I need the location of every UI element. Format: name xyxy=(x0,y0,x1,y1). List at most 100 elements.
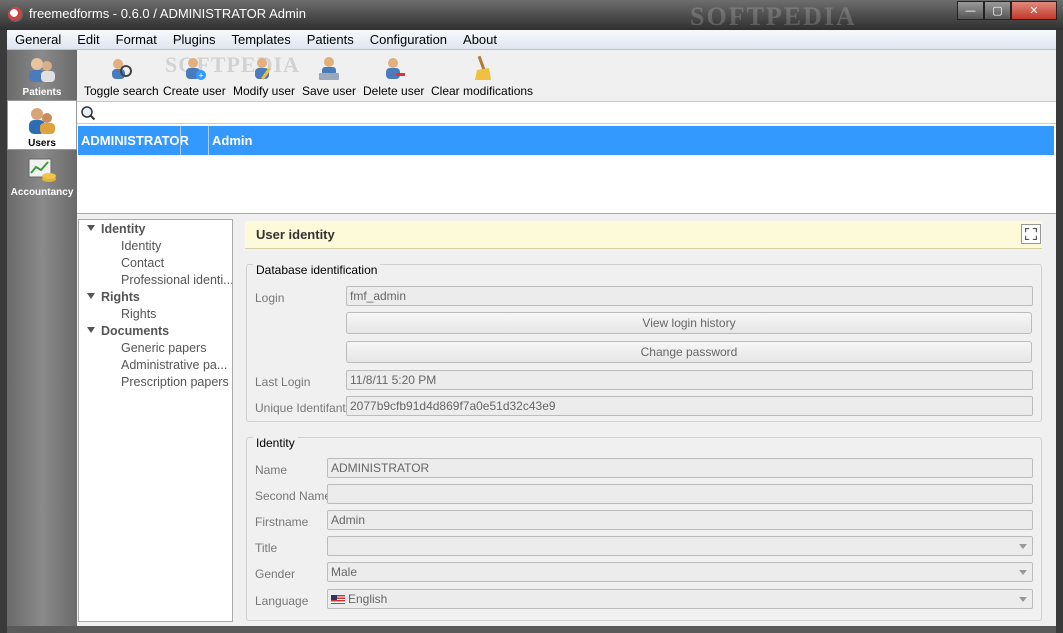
second-name-label: Second Name xyxy=(255,489,332,503)
create-user-button[interactable]: + Create user xyxy=(163,54,226,98)
tree-item-documents-group[interactable]: Documents xyxy=(87,324,169,338)
tree-item-identity[interactable]: Identity xyxy=(121,239,161,253)
group-title: Database identification xyxy=(253,263,381,277)
toolbar-label: Delete user xyxy=(363,84,425,98)
name-label: Name xyxy=(255,463,288,477)
mode-accountancy[interactable]: Accountancy xyxy=(7,150,77,200)
gender-label: Gender xyxy=(255,567,296,581)
tree-item-administrative-papers[interactable]: Administrative pa... xyxy=(121,358,227,372)
login-field[interactable]: fmf_admin xyxy=(346,286,1033,306)
toolbar-label: Modify user xyxy=(233,84,296,98)
name-field[interactable]: ADMINISTRATOR xyxy=(327,458,1033,478)
mode-sidebar: Patients Users Accountancy xyxy=(7,50,77,626)
user-firstname-cell: Admin xyxy=(212,133,253,148)
mode-label: Patients xyxy=(22,87,62,98)
column-divider xyxy=(180,126,181,155)
patients-icon xyxy=(29,58,55,82)
app-icon xyxy=(8,7,23,22)
tree-item-contact[interactable]: Contact xyxy=(121,256,164,270)
firstname-field[interactable]: Admin xyxy=(327,510,1033,530)
last-login-label: Last Login xyxy=(255,375,311,389)
window-title: freemedforms - 0.6.0 / ADMINISTRATOR Adm… xyxy=(29,6,306,21)
clear-modifications-button[interactable]: Clear modifications xyxy=(431,54,533,98)
view-login-history-button[interactable]: View login history xyxy=(346,312,1032,334)
user-identity-panel: User identity Database identification Lo… xyxy=(245,219,1054,622)
firstname-label: Firstname xyxy=(255,515,309,529)
create-user-icon: + xyxy=(186,58,207,81)
unique-identifier-field[interactable]: 2077b9cfb91d4d869f7a0e51d32c43e9 xyxy=(346,396,1033,416)
column-divider xyxy=(208,126,209,155)
title-select[interactable] xyxy=(327,536,1033,556)
language-select[interactable]: English xyxy=(327,589,1033,609)
toolbar-label: Clear modifications xyxy=(431,84,534,98)
clear-icon xyxy=(475,55,492,80)
chevron-down-icon[interactable] xyxy=(1019,570,1027,575)
fullscreen-icon[interactable] xyxy=(1021,224,1041,244)
watermark: SOFTPEDIA xyxy=(690,2,857,31)
panel-title: User identity xyxy=(256,227,335,242)
save-user-button[interactable]: Save user xyxy=(302,54,356,98)
gender-select[interactable]: Male xyxy=(327,562,1033,582)
users-table: ADMINISTRATOR Admin xyxy=(77,124,1056,214)
menu-plugins[interactable]: Plugins xyxy=(165,32,224,47)
delete-user-button[interactable]: Delete user xyxy=(363,54,424,98)
toolbar-label: Create user xyxy=(163,84,226,98)
group-title: Identity xyxy=(253,436,298,450)
accountancy-icon xyxy=(28,158,56,182)
tree-item-generic-papers[interactable]: Generic papers xyxy=(121,341,206,355)
close-button[interactable]: ✕ xyxy=(1011,1,1057,20)
login-label: Login xyxy=(255,291,285,305)
menu-edit[interactable]: Edit xyxy=(69,32,107,47)
menu-about[interactable]: About xyxy=(455,32,505,47)
svg-text:+: + xyxy=(199,71,204,81)
window-bottom-border xyxy=(7,626,1056,633)
tree-item-professional-identity[interactable]: Professional identi... xyxy=(121,273,232,287)
expand-arrow-icon[interactable] xyxy=(87,225,95,231)
change-password-button[interactable]: Change password xyxy=(346,341,1032,363)
chevron-down-icon[interactable] xyxy=(1019,597,1027,602)
minimize-button[interactable]: — xyxy=(957,1,984,20)
menu-format[interactable]: Format xyxy=(108,32,165,47)
language-label: Language xyxy=(255,594,309,608)
gender-select-value: Male xyxy=(331,565,358,579)
title-bar: freemedforms - 0.6.0 / ADMINISTRATOR Adm… xyxy=(0,0,1063,31)
maximize-button[interactable]: ▢ xyxy=(984,1,1011,20)
delete-user-icon xyxy=(385,58,405,79)
menu-configuration[interactable]: Configuration xyxy=(362,32,455,47)
title-label: Title xyxy=(255,541,278,555)
user-search-bar[interactable] xyxy=(77,102,1056,124)
mode-label: Users xyxy=(28,138,56,149)
toggle-search-button[interactable]: Toggle search xyxy=(84,54,159,98)
menu-templates[interactable]: Templates xyxy=(223,32,298,47)
tree-item-rights-group[interactable]: Rights xyxy=(87,290,140,304)
chevron-down-icon[interactable] xyxy=(1019,544,1027,549)
modify-user-icon xyxy=(255,58,272,80)
menu-bar: General Edit Format Plugins Templates Pa… xyxy=(7,30,1056,50)
tree-item-identity-group[interactable]: Identity xyxy=(87,222,145,236)
menu-general[interactable]: General xyxy=(7,32,69,47)
database-identification-group: Database identification Login fmf_admin … xyxy=(246,263,1042,422)
tree-item-prescription-papers[interactable]: Prescription papers xyxy=(121,375,229,389)
language-select-value: English xyxy=(348,592,388,606)
menu-patients[interactable]: Patients xyxy=(299,32,362,47)
search-icon[interactable] xyxy=(80,105,96,121)
expand-arrow-icon[interactable] xyxy=(87,327,95,333)
us-flag-icon xyxy=(331,595,345,604)
user-sections-tree: Identity Identity Contact Professional i… xyxy=(78,219,233,622)
toolbar-label: Save user xyxy=(302,84,357,98)
table-row[interactable]: ADMINISTRATOR Admin xyxy=(78,126,1054,155)
identity-group: Identity Name ADMINISTRATOR Second Name … xyxy=(246,436,1042,621)
user-name-cell: ADMINISTRATOR xyxy=(81,133,189,148)
second-name-field[interactable] xyxy=(327,484,1033,504)
users-icon xyxy=(29,108,55,134)
mode-users[interactable]: Users xyxy=(7,100,77,150)
mode-patients[interactable]: Patients xyxy=(7,50,77,100)
expand-arrow-icon[interactable] xyxy=(87,293,95,299)
toolbar: SOFTPEDIA Toggle search + Create user Mo… xyxy=(77,50,1056,102)
panel-header: User identity xyxy=(245,221,1042,249)
tree-item-rights[interactable]: Rights xyxy=(121,307,156,321)
last-login-field[interactable]: 11/8/11 5:20 PM xyxy=(346,370,1033,390)
modify-user-button[interactable]: Modify user xyxy=(233,54,295,98)
unique-identifier-label: Unique Identifant xyxy=(255,401,346,415)
save-user-icon xyxy=(319,57,340,80)
